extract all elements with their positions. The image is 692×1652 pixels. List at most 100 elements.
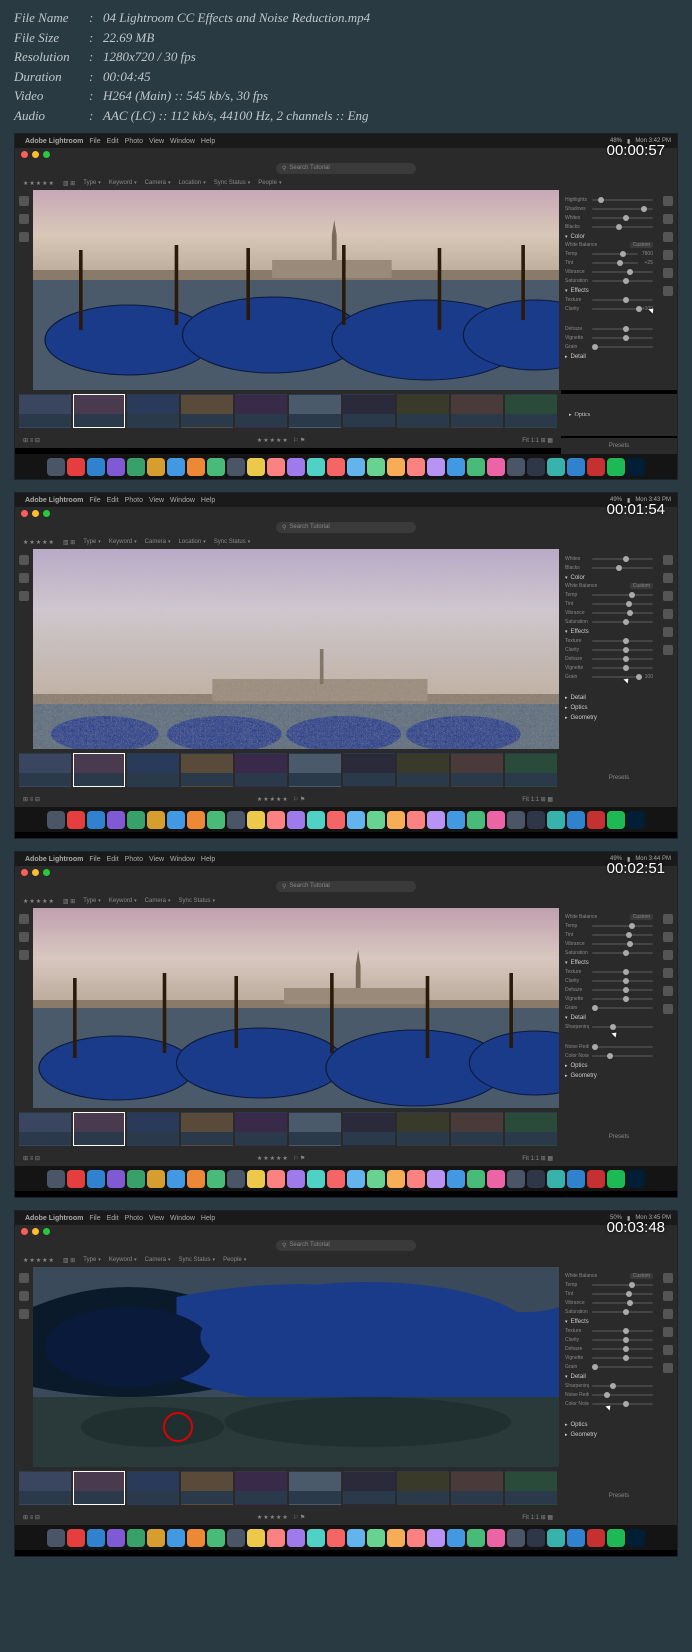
menu-view[interactable]: View <box>149 856 164 863</box>
tool-linear[interactable] <box>663 1345 673 1355</box>
tint-slider[interactable] <box>592 262 638 264</box>
filmstrip[interactable] <box>15 1467 561 1509</box>
menu-photo[interactable]: Photo <box>125 856 143 863</box>
tool-linear[interactable] <box>663 986 673 996</box>
filter-type[interactable]: Type▾ <box>83 898 101 904</box>
dock-app-icon[interactable] <box>187 1529 205 1547</box>
dock-app-icon[interactable] <box>107 1529 125 1547</box>
clarity-slider[interactable] <box>592 308 638 310</box>
tool-crop[interactable] <box>663 1291 673 1301</box>
dock-app-icon[interactable] <box>587 811 605 829</box>
dock-app-icon[interactable] <box>307 811 325 829</box>
dock-app-icon[interactable] <box>147 1170 165 1188</box>
texture-slider[interactable] <box>592 1330 653 1332</box>
effects-section[interactable]: ▾Effects <box>565 960 653 966</box>
close-button[interactable] <box>21 869 28 876</box>
dock-app-icon[interactable] <box>467 458 485 476</box>
dock-app-icon[interactable] <box>487 458 505 476</box>
tool-radial[interactable] <box>663 1363 673 1373</box>
tool-heal[interactable] <box>663 232 673 242</box>
clarity-slider[interactable] <box>592 980 653 982</box>
dock-app-icon[interactable] <box>307 458 325 476</box>
app-name[interactable]: Adobe Lightroom <box>25 138 83 145</box>
filter-keyword[interactable]: Keyword▾ <box>109 180 137 186</box>
filter-keyword[interactable]: Keyword▾ <box>109 898 137 904</box>
filmstrip-thumbnail[interactable] <box>289 1471 341 1505</box>
dock-app-icon[interactable] <box>487 811 505 829</box>
tool-edit[interactable] <box>663 914 673 924</box>
dock-app-icon[interactable] <box>147 1529 165 1547</box>
fit-button[interactable]: Fit <box>522 797 529 803</box>
effects-section[interactable]: ▾Effects <box>565 288 653 294</box>
optics-section[interactable]: ▸Optics <box>565 1422 653 1428</box>
dock-app-icon[interactable] <box>387 1529 405 1547</box>
filmstrip-thumbnail[interactable] <box>73 753 125 787</box>
temp-slider[interactable] <box>592 594 653 596</box>
menu-view[interactable]: View <box>149 497 164 504</box>
dock-app-icon[interactable] <box>247 1170 265 1188</box>
presets-button[interactable]: Presets <box>561 1108 677 1166</box>
menu-window[interactable]: Window <box>170 856 195 863</box>
detail-section[interactable]: ▾Detail <box>565 1374 653 1380</box>
dock-app-icon[interactable] <box>467 811 485 829</box>
tool-nav[interactable] <box>19 555 29 565</box>
dock-app-icon[interactable] <box>627 1529 645 1547</box>
color-noise-slider[interactable] <box>592 1403 653 1405</box>
saturation-slider[interactable] <box>592 1311 653 1313</box>
dock-app-icon[interactable] <box>107 811 125 829</box>
vibrance-slider[interactable] <box>592 271 653 273</box>
dock-app-icon[interactable] <box>367 811 385 829</box>
menu-file[interactable]: File <box>89 138 100 145</box>
dock-app-icon[interactable] <box>87 458 105 476</box>
filmstrip-thumbnail[interactable] <box>451 753 503 787</box>
filter-type[interactable]: Type▾ <box>83 1257 101 1263</box>
filter-icons[interactable]: ▥ ⊞ <box>63 180 75 187</box>
tool-crop[interactable] <box>663 573 673 583</box>
vibrance-slider[interactable] <box>592 943 653 945</box>
dehaze-slider[interactable] <box>592 658 653 660</box>
app-name[interactable]: Adobe Lightroom <box>25 856 83 863</box>
filmstrip-thumbnail[interactable] <box>235 394 287 428</box>
macos-menubar[interactable]: Adobe Lightroom File Edit Photo View Win… <box>15 1211 677 1225</box>
dock-app-icon[interactable] <box>427 1529 445 1547</box>
filmstrip-thumbnail[interactable] <box>235 753 287 787</box>
dock-app-icon[interactable] <box>287 1170 305 1188</box>
dock-app-icon[interactable] <box>387 1170 405 1188</box>
dock-app-icon[interactable] <box>627 811 645 829</box>
noise-reduction-slider[interactable] <box>592 1046 653 1048</box>
menu-file[interactable]: File <box>89 856 100 863</box>
dock-app-icon[interactable] <box>247 811 265 829</box>
filmstrip-thumbnail[interactable] <box>397 1471 449 1505</box>
view-mode-icons[interactable]: ⊞ ≡ ⊟ <box>23 1514 40 1521</box>
filmstrip-thumbnail[interactable] <box>451 1112 503 1146</box>
dock-app-icon[interactable] <box>447 1529 465 1547</box>
tool-edit[interactable] <box>663 555 673 565</box>
presets-button[interactable]: Presets <box>561 438 677 454</box>
dock-app-icon[interactable] <box>587 1529 605 1547</box>
shadows-slider[interactable] <box>592 208 653 210</box>
geometry-section[interactable]: ▸Geometry <box>565 1432 653 1438</box>
dock-app-icon[interactable] <box>467 1170 485 1188</box>
macos-dock[interactable] <box>15 807 677 832</box>
dock-app-icon[interactable] <box>607 1529 625 1547</box>
highlights-slider[interactable] <box>592 199 653 201</box>
tool-brush[interactable] <box>663 1327 673 1337</box>
filmstrip-thumbnail[interactable] <box>235 1471 287 1505</box>
filmstrip-thumbnail[interactable] <box>505 394 557 428</box>
filmstrip-thumbnail[interactable] <box>343 1471 395 1505</box>
texture-slider[interactable] <box>592 971 653 973</box>
dock-app-icon[interactable] <box>367 458 385 476</box>
dock-app-icon[interactable] <box>387 811 405 829</box>
fit-button[interactable]: Fit <box>522 1156 529 1162</box>
filmstrip-thumbnail[interactable] <box>235 1112 287 1146</box>
maximize-button[interactable] <box>43 151 50 158</box>
filter-icons[interactable]: ▥ ⊞ <box>63 539 75 546</box>
filter-type[interactable]: Type▾ <box>83 539 101 545</box>
menu-edit[interactable]: Edit <box>107 138 119 145</box>
rating-filter[interactable]: ★★★★★ <box>23 180 55 187</box>
dock-app-icon[interactable] <box>227 811 245 829</box>
dock-app-icon[interactable] <box>207 458 225 476</box>
dock-app-icon[interactable] <box>207 811 225 829</box>
dock-app-icon[interactable] <box>527 811 545 829</box>
dock-app-icon[interactable] <box>247 1529 265 1547</box>
